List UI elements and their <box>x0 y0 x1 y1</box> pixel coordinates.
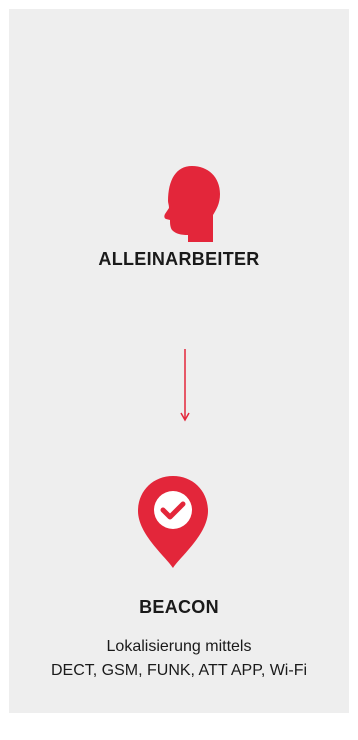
diagram-panel: ALLEINARBEITER BEACON Lokalisierung mitt… <box>9 9 349 713</box>
person-head-icon <box>164 166 220 242</box>
node-title-beacon: BEACON <box>139 597 219 617</box>
node-description-line-2: DECT, GSM, FUNK, ATT APP, Wi-Fi <box>50 662 308 679</box>
node-description-line-1: Lokalisierung mittels <box>106 638 252 655</box>
arrow-down-icon <box>180 349 190 422</box>
location-pin-check-icon <box>138 476 208 568</box>
node-title-alleinarbeiter: ALLEINARBEITER <box>98 249 260 269</box>
